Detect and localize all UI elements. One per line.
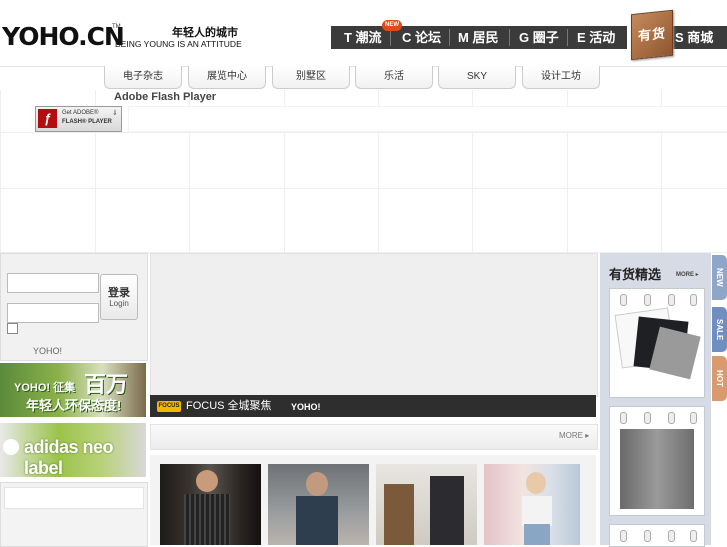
shop-picks-more-link[interactable]: MORE ▸	[676, 271, 699, 278]
hanger-pegs	[610, 527, 704, 543]
login-footer-label: YOHO!	[33, 346, 63, 356]
denim-shorts	[524, 524, 550, 545]
focus-brand: YOHO!	[291, 402, 321, 412]
flash-player-title: Adobe Flash Player	[114, 91, 217, 103]
nav-item-shop[interactable]: S 商城	[675, 26, 713, 49]
top-navigation: T 潮流 C 论坛 M 居民 G 圈子 E 活动	[331, 26, 627, 49]
grid-line	[0, 90, 1, 253]
download-arrow-icon: ⇓	[112, 110, 118, 117]
nav-item-trend[interactable]: T 潮流	[344, 26, 382, 49]
peg-icon	[620, 294, 627, 306]
product-card[interactable]	[609, 406, 705, 516]
peg-icon	[690, 530, 697, 542]
subnav-tab-exhibition[interactable]: 展览中心	[188, 66, 266, 89]
nav-divider	[509, 29, 510, 46]
login-button-label: 登录	[108, 287, 130, 299]
peg-icon	[620, 530, 627, 542]
brown-coat	[384, 484, 414, 545]
dark-suit	[430, 476, 464, 545]
banner1-sub-text: 年轻人环保态度!	[26, 398, 122, 413]
get-flash-player-button[interactable]: ƒ Get ADOBE® FLASH® PLAYER ⇓	[35, 106, 122, 132]
product-card[interactable]	[609, 288, 705, 398]
section-header-bar	[150, 424, 598, 450]
green-campaign-banner[interactable]: YOHO! 征集 百万 年轻人环保态度!	[0, 363, 146, 417]
navy-hoodie	[296, 496, 338, 545]
striped-jacket	[184, 494, 230, 545]
logo-trademark: TM	[112, 24, 121, 30]
fashion-photo[interactable]	[484, 464, 580, 545]
slogan-english: BEING YOUNG IS AN ATTITUDE	[115, 39, 242, 49]
person-head	[196, 470, 218, 492]
nav-item-forum[interactable]: C 论坛	[402, 26, 441, 49]
grid-line	[0, 188, 727, 189]
login-button[interactable]: 登录 Login	[100, 274, 138, 320]
nav-divider	[567, 29, 568, 46]
tab-sale[interactable]: SALE	[712, 307, 727, 352]
fashion-photo[interactable]	[160, 464, 261, 545]
banner2-text: adidas neo label	[24, 437, 114, 477]
peg-icon	[668, 294, 675, 306]
fashion-photo[interactable]	[376, 464, 477, 545]
left-module-box	[0, 482, 148, 547]
left-module-header	[4, 487, 144, 509]
peg-icon	[620, 412, 627, 424]
flash-placeholder-strip	[128, 106, 727, 132]
grey-shirt-image	[649, 326, 701, 380]
site-logo[interactable]: YOHO.CN TM	[0, 22, 125, 54]
more-link[interactable]: MORE ▸	[559, 431, 589, 440]
nav-divider	[449, 29, 450, 46]
tab-new[interactable]: NEW	[712, 255, 727, 300]
get-flash-line1: Get ADOBE®	[62, 110, 99, 116]
nav-divider	[390, 29, 391, 46]
product-card[interactable]	[609, 524, 705, 547]
focus-slideshow[interactable]	[150, 253, 598, 397]
peg-icon	[644, 294, 651, 306]
peg-icon	[644, 530, 651, 542]
nav-item-residents[interactable]: M 居民	[458, 26, 498, 49]
nav-item-events[interactable]: E 活动	[577, 26, 615, 49]
logo-text: YOHO.CN	[2, 22, 125, 51]
hanger-pegs	[610, 291, 704, 307]
yohood-shop-box[interactable]: 有货	[631, 9, 673, 61]
slogan-chinese: 年轻人的城市	[172, 27, 238, 39]
banner1-small-text: YOHO! 征集	[14, 382, 76, 394]
hanger-pegs	[610, 409, 704, 425]
tab-hot[interactable]: HOT	[712, 356, 727, 401]
grey-pants-image	[620, 429, 694, 509]
focus-tag: FOCUS	[157, 401, 181, 412]
subnav-tab-magazine[interactable]: 电子杂志	[104, 66, 182, 89]
login-button-sublabel: Login	[109, 299, 129, 308]
subnav-tab-sky[interactable]: SKY	[438, 66, 516, 89]
white-top	[522, 496, 552, 526]
peg-icon	[644, 412, 651, 424]
subnav-tab-design[interactable]: 设计工坊	[522, 66, 600, 89]
get-flash-line2: FLASH® PLAYER	[62, 119, 112, 125]
top-navigation-shop: S 商城	[670, 26, 727, 49]
adidas-logo-icon	[3, 439, 19, 455]
focus-title: FOCUS 全城聚焦	[186, 400, 272, 412]
peg-icon	[690, 294, 697, 306]
username-input[interactable]	[7, 273, 99, 293]
peg-icon	[668, 530, 675, 542]
fashion-photo[interactable]	[268, 464, 369, 545]
flash-player-icon: ƒ	[38, 109, 57, 128]
nav-item-circles[interactable]: G 圈子	[519, 26, 559, 49]
subnav-tab-lohas[interactable]: 乐活	[355, 66, 433, 89]
adidas-neo-banner[interactable]: adidas neo label	[0, 423, 146, 477]
remember-me-checkbox[interactable]	[7, 323, 18, 334]
new-badge: NEW	[382, 20, 402, 31]
peg-icon	[668, 412, 675, 424]
password-input[interactable]	[7, 303, 99, 323]
subnav-tab-villa[interactable]: 别墅区	[272, 66, 350, 89]
shop-box-label: 有货	[637, 25, 666, 44]
person-head	[306, 472, 328, 496]
peg-icon	[690, 412, 697, 424]
grid-line	[0, 132, 727, 133]
shop-picks-title: 有货精选	[609, 267, 662, 282]
person-head	[526, 472, 546, 494]
